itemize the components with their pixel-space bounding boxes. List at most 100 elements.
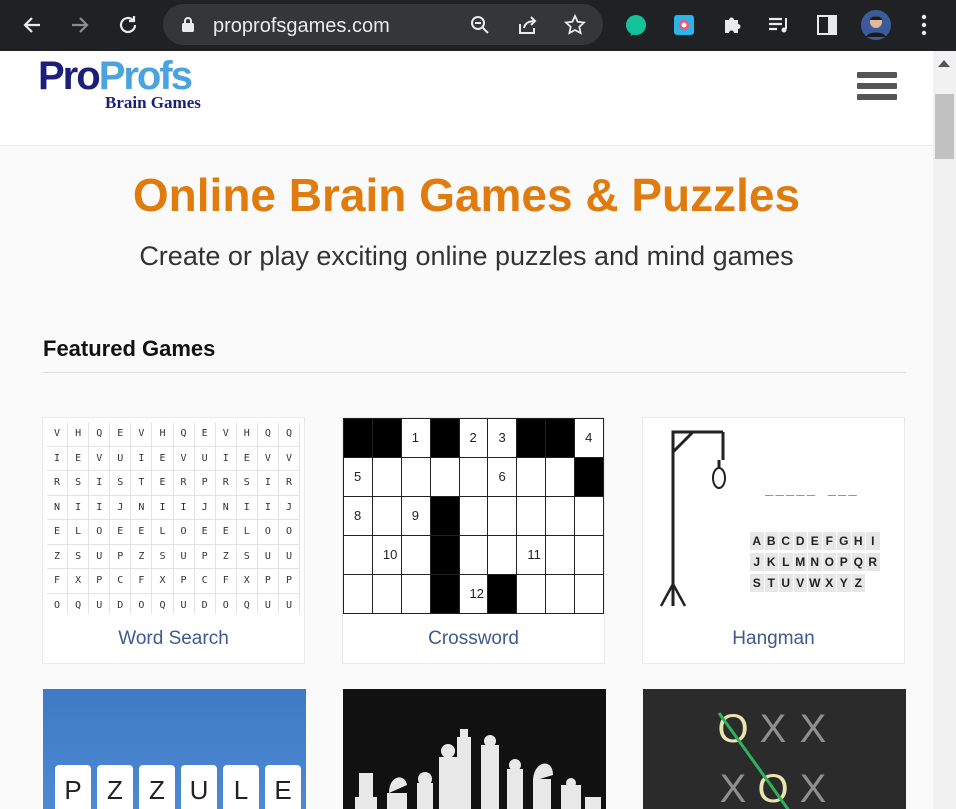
crossword-cell [575, 536, 604, 575]
crossword-cell [488, 575, 518, 614]
profile-avatar[interactable] [860, 9, 892, 41]
forward-button[interactable] [64, 9, 96, 41]
crossword-cell: 11 [517, 536, 547, 575]
crossword-cell [430, 497, 460, 536]
crossword-cell [372, 458, 402, 497]
crossword-cell [430, 536, 460, 575]
word-search-cell: P [194, 471, 216, 496]
page-scrollbar[interactable] [933, 51, 956, 809]
word-search-cell: U [278, 544, 300, 569]
logo-profs: Profs [98, 54, 193, 98]
scrollbar-thumb[interactable] [935, 94, 954, 159]
extension-screen-recorder[interactable] [668, 9, 700, 41]
word-search-cell: E [110, 520, 132, 545]
word-search-cell: E [110, 422, 132, 447]
crossword-clue-number: 9 [411, 508, 419, 523]
site-header: ProProfs Brain Games [0, 51, 933, 146]
word-search-cell: D [110, 593, 132, 614]
chrome-menu-button[interactable] [908, 9, 940, 41]
word-search-cell: I [152, 495, 174, 520]
word-search-cell: U [174, 593, 195, 614]
crossword-cell: 3 [488, 419, 518, 458]
hangman-letter-key: M [793, 553, 807, 571]
crossword-cell [459, 497, 489, 536]
game-card-label[interactable]: Hangman [643, 614, 904, 663]
game-card-chess[interactable] [343, 689, 606, 809]
hangman-letter-key: N [808, 553, 822, 571]
bookmark-button[interactable] [563, 13, 587, 37]
hangman-word-blanks: _____ ___ [765, 480, 859, 496]
game-card-crossword[interactable]: 1 2 3 4 5 6 8 9 10 11 12 Crossword [342, 417, 605, 664]
game-card-hangman[interactable]: _____ ___ ABCDEFGHI JKLMNOPQR STUVWXYZ Han… [642, 417, 905, 664]
word-search-cell: I [257, 495, 279, 520]
puzzle-letter-tile: P [55, 765, 91, 809]
extensions-button[interactable] [716, 9, 748, 41]
crossword-clue-number: 12 [469, 586, 485, 601]
word-search-cell: H [236, 422, 258, 447]
share-button[interactable] [516, 13, 540, 37]
word-search-cell: I [89, 495, 111, 520]
word-search-cell: V [47, 422, 69, 447]
chess-pieces-icon [355, 729, 601, 809]
word-search-cell: U [89, 544, 111, 569]
word-search-cell: I [89, 471, 111, 496]
game-card-label[interactable]: Word Search [43, 614, 304, 663]
word-search-cell: E [131, 520, 153, 545]
word-search-cell: H [152, 422, 174, 447]
crossword-cell [430, 458, 460, 497]
word-search-cell: I [47, 446, 69, 471]
puzzle-letter-tile: Z [97, 765, 133, 809]
hangman-letter-key: Y [837, 574, 851, 592]
word-search-cell: E [194, 422, 216, 447]
side-panel-button[interactable] [811, 9, 843, 41]
extension-grammarly[interactable] [620, 9, 652, 41]
side-panel-icon [817, 15, 837, 35]
word-search-cell: D [195, 593, 216, 614]
word-search-cell: V [215, 422, 237, 447]
scroll-up-arrow-icon[interactable] [938, 60, 950, 67]
word-search-cell: S [152, 544, 174, 569]
hangman-letter-key: E [808, 532, 822, 550]
hangman-letter-key: I [866, 532, 880, 550]
back-button[interactable] [16, 9, 48, 41]
word-search-cell: E [194, 520, 216, 545]
crossword-cell [517, 497, 547, 536]
game-card-tic-tac-toe[interactable]: OXXXOX [643, 689, 906, 809]
reload-button[interactable] [112, 9, 144, 41]
hangman-letter-key: Z [851, 574, 865, 592]
hangman-letter-key: W [808, 574, 822, 592]
crossword-clue-number: 5 [354, 469, 362, 484]
word-search-cell: U [279, 593, 300, 614]
hangman-letter-key: U [779, 574, 793, 592]
crossword-cell [517, 458, 547, 497]
crossword-cell: 9 [401, 497, 431, 536]
zoom-button[interactable] [468, 13, 492, 37]
hangman-letter-key: F [822, 532, 836, 550]
hamburger-menu-button[interactable] [857, 72, 897, 104]
game-card-word-scramble[interactable]: PZZULE [43, 689, 306, 809]
crossword-clue-number: 2 [469, 430, 477, 445]
crossword-cell [517, 575, 547, 614]
kebab-menu-icon [921, 14, 927, 36]
media-control-button[interactable] [763, 9, 795, 41]
crossword-cell [344, 419, 373, 458]
word-search-cell: P [173, 569, 195, 594]
word-search-cell: V [257, 446, 279, 471]
word-search-cell: R [47, 471, 69, 496]
word-search-cell: E [68, 446, 90, 471]
word-search-cell: H [68, 422, 90, 447]
arrow-right-icon [72, 17, 89, 33]
hero-title: Online Brain Games & Puzzles [132, 169, 801, 221]
word-search-cell: T [131, 471, 153, 496]
game-card-word-search[interactable]: VHQEVHQEVHQQIEVUIEVUIEVVRSISTERPRSIRNIIJ… [42, 417, 305, 664]
word-search-cell: E [47, 520, 69, 545]
word-search-cell: C [194, 569, 216, 594]
crossword-cell [344, 536, 373, 575]
word-search-thumbnail: VHQEVHQEVHQQIEVUIEVUIEVVRSISTERPRSIRNIIJ… [43, 418, 304, 614]
word-search-cell: V [89, 446, 111, 471]
address-bar[interactable]: proprofsgames.com [163, 4, 603, 45]
game-card-label[interactable]: Crossword [343, 614, 604, 663]
crossword-cell: 10 [372, 536, 402, 575]
crossword-clue-number: 11 [527, 547, 541, 562]
crossword-cell: 6 [488, 458, 518, 497]
